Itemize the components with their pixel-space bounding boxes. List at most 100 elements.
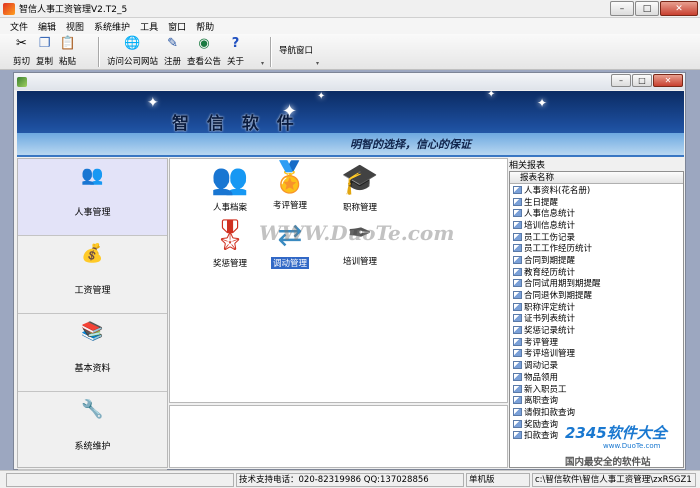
menu-file[interactable]: 文件 (10, 20, 28, 33)
module-personnel-file[interactable]: 👥 人事档案 (200, 161, 260, 213)
menu-view[interactable]: 视图 (66, 20, 84, 33)
list-item[interactable]: 员工工作经历统计 (510, 242, 683, 254)
list-item[interactable]: 员工工伤记录 (510, 231, 683, 243)
toolbar: ✂ 剪切 ❐ 复制 📋 粘贴 🌐 访问公司网站 ✎ 注册 ◉ 查看公告 ? 关于 (0, 34, 700, 70)
report-label: 证书列表统计 (524, 314, 576, 325)
paste-button[interactable]: 📋 粘贴 (56, 36, 79, 67)
sparkle-icon: ✦ (537, 96, 548, 110)
report-label: 考评培训管理 (524, 349, 576, 360)
report-icon (513, 337, 522, 346)
list-item[interactable]: 人事信息统计 (510, 207, 683, 219)
module-title[interactable]: 🎓 职称管理 (330, 161, 390, 213)
toolbar-separator (270, 37, 272, 67)
list-item[interactable]: 新入职员工 (510, 383, 683, 395)
clipboard-icon: 📋 (59, 36, 76, 51)
child-title-bar: – □ ✕ (14, 73, 685, 90)
cut-button[interactable]: ✂ 剪切 (10, 36, 33, 67)
report-label: 人事信息统计 (524, 209, 576, 220)
list-item[interactable]: 教育经历统计 (510, 266, 683, 278)
report-label: 调动记录 (524, 361, 559, 372)
report-icon (513, 431, 522, 440)
nav-window-button[interactable]: 导航窗口 (276, 36, 316, 56)
list-item[interactable]: 请假扣款查询 (510, 406, 683, 418)
report-label: 职称评定统计 (524, 302, 576, 313)
sparkle-icon: ✦ (487, 91, 496, 100)
about-button[interactable]: ? 关于 (224, 36, 247, 67)
list-item[interactable]: 考评管理 (510, 336, 683, 348)
medal-icon: 🏅 (271, 160, 309, 195)
toolbar-separator (98, 37, 100, 67)
toolbar-web-group: 🌐 访问公司网站 ✎ 注册 ◉ 查看公告 ? 关于 (104, 36, 247, 68)
nav-item-system[interactable]: 🔧 系统维护 (18, 393, 167, 470)
report-label: 人事资料(花名册) (524, 185, 591, 196)
module-reward[interactable]: 🎖 奖惩管理 (200, 217, 260, 269)
menu-bar: 文件 编辑 视图 系统维护 工具 窗口 帮助 (0, 18, 700, 34)
nav-item-personnel[interactable]: 👥 人事管理 (18, 159, 167, 236)
toolbar-nav-group: 导航窗口 (276, 36, 316, 68)
nav-item-basic-data[interactable]: 📚 基本资料 (18, 315, 167, 392)
close-button[interactable]: ✕ (660, 1, 698, 16)
report-icon (513, 326, 522, 335)
list-item[interactable]: 调动记录 (510, 359, 683, 371)
status-path: c:\智信软件\智信人事工资管理\zxRSGZ1 (532, 473, 696, 487)
watermark-text: WWW.DuoTe.com (259, 221, 455, 245)
people-icon: 👥 (81, 165, 104, 186)
copy-button[interactable]: ❐ 复制 (33, 36, 56, 67)
report-label: 生日提醒 (524, 197, 559, 208)
child-window-controls: – □ ✕ (611, 74, 683, 87)
left-nav: 👥 人事管理 💰 工资管理 📚 基本资料 🔧 系统维护 (17, 158, 168, 470)
child-maximize-button[interactable]: □ (632, 74, 652, 87)
report-icon (513, 220, 522, 229)
menu-system[interactable]: 系统维护 (94, 20, 130, 33)
list-item[interactable]: 生日提醒 (510, 196, 683, 208)
globe-icon: ◉ (198, 36, 210, 51)
scissors-icon: ✂ (16, 36, 27, 51)
report-label: 员工工伤记录 (524, 232, 576, 243)
reports-column-header[interactable]: 报表名称 (510, 172, 683, 184)
list-item[interactable]: 考评培训管理 (510, 348, 683, 360)
tools-icon: 🔧 (81, 399, 104, 420)
list-item[interactable]: 合同到期提醒 (510, 254, 683, 266)
list-item[interactable]: 离职查询 (510, 394, 683, 406)
list-item[interactable]: 合同试用期到期提醒 (510, 278, 683, 290)
list-item[interactable]: 奖惩记录统计 (510, 324, 683, 336)
list-item[interactable]: 培训信息统计 (510, 219, 683, 231)
maximize-button[interactable]: □ (635, 1, 659, 16)
toolbar-overflow-icon[interactable]: ▾ (316, 60, 322, 68)
menu-help[interactable]: 帮助 (196, 20, 214, 33)
toolbar-edit-group: ✂ 剪切 ❐ 复制 📋 粘贴 (10, 36, 79, 68)
notice-button[interactable]: ◉ 查看公告 (184, 36, 224, 67)
banner-brand: 智 信 软 件 (172, 114, 300, 134)
minimize-button[interactable]: – (610, 1, 634, 16)
list-item[interactable]: 人事资料(花名册) (510, 184, 683, 196)
child-close-button[interactable]: ✕ (653, 74, 683, 87)
report-label: 请假扣款查询 (524, 407, 576, 418)
module-panel: 👥 人事档案 🏅 考评管理 🎓 职称管理 🎖 奖惩管理 ⇄ 调动管理 ✒ 培训管… (169, 158, 508, 403)
money-icon: 💰 (81, 243, 104, 264)
list-item[interactable]: 物品领用 (510, 371, 683, 383)
list-item[interactable]: 职称评定统计 (510, 301, 683, 313)
globe-link-icon: 🌐 (124, 36, 141, 51)
report-label: 考评管理 (524, 337, 559, 348)
status-support: 技术支持电话：020-82319986 QQ:137028856 (236, 473, 464, 487)
visit-site-button[interactable]: 🌐 访问公司网站 (104, 36, 161, 67)
report-label: 扣款查询 (524, 431, 559, 442)
menu-tools[interactable]: 工具 (140, 20, 158, 33)
menu-window[interactable]: 窗口 (168, 20, 186, 33)
report-icon (513, 396, 522, 405)
logo-text: 2345软件大全 (565, 424, 667, 442)
nav-item-salary[interactable]: 💰 工资管理 (18, 237, 167, 314)
child-minimize-button[interactable]: – (611, 74, 631, 87)
register-button[interactable]: ✎ 注册 (161, 36, 184, 67)
module-evaluation[interactable]: 🏅 考评管理 (260, 159, 320, 211)
award-icon: 🎖 (210, 218, 250, 253)
window-title: 智信人事工资管理V2.T2_5 (19, 5, 128, 15)
title-bar: 智信人事工资管理V2.T2_5 – □ ✕ (0, 0, 700, 18)
status-mode: 单机版 (466, 473, 530, 487)
report-icon (513, 244, 522, 253)
toolbar-overflow-icon[interactable]: ▾ (261, 60, 267, 68)
menu-edit[interactable]: 编辑 (38, 20, 56, 33)
list-item[interactable]: 合同退休到期提醒 (510, 289, 683, 301)
report-label: 合同试用期到期提醒 (524, 279, 601, 290)
list-item[interactable]: 证书列表统计 (510, 313, 683, 325)
